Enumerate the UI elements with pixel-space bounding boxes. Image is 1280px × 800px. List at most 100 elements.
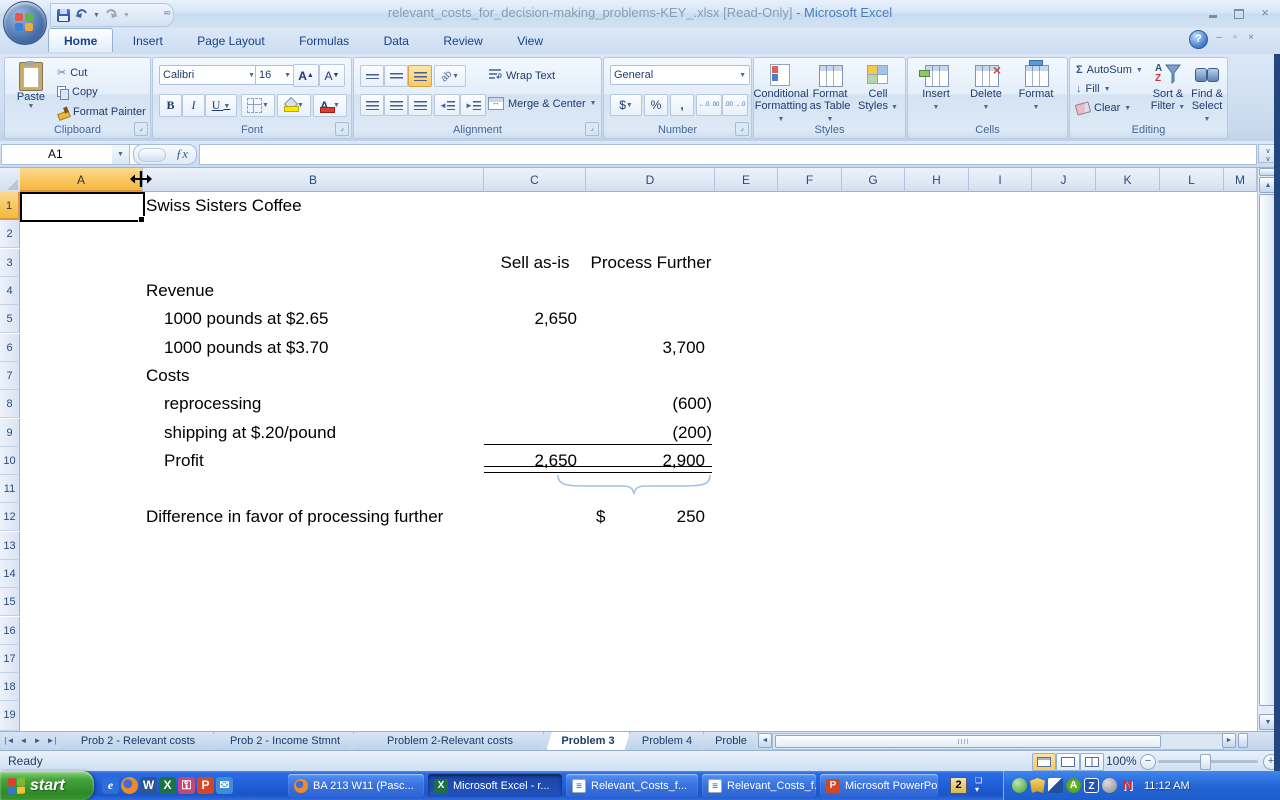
tab-split-handle[interactable] (1238, 733, 1248, 748)
undo-icon[interactable] (74, 6, 89, 24)
tab-formulas[interactable]: Formulas (284, 29, 364, 52)
format-cells-button[interactable]: Format▼ (1014, 62, 1058, 112)
cell-C5[interactable]: 2,650 (477, 305, 577, 333)
redo-icon[interactable] (104, 6, 119, 24)
row-header-13[interactable]: 13 (0, 532, 20, 560)
cell-B8[interactable]: reprocessing (164, 390, 261, 418)
row-header-7[interactable]: 7 (0, 362, 20, 390)
find-select-button[interactable]: Find &Select ▼ (1188, 62, 1226, 124)
zoom-slider-thumb[interactable] (1200, 754, 1211, 770)
taskbar-window-powerpoint[interactable]: P Microsoft PowerPo... (820, 774, 938, 797)
tray-z-icon[interactable]: Z (1084, 778, 1099, 793)
row-header-10[interactable]: 10 (0, 447, 20, 475)
taskbar-window-doc2[interactable]: ≡ Relevant_Costs_f... (702, 774, 816, 797)
hscroll-right-icon[interactable]: ► (1222, 733, 1236, 748)
doc-minimize-button[interactable]: – (1212, 32, 1226, 45)
cell-B12[interactable]: Difference in favor of processing furthe… (146, 503, 443, 531)
autosum-button[interactable]: Σ AutoSum▼ (1076, 64, 1143, 76)
first-sheet-icon[interactable]: |◄ (3, 734, 16, 748)
merge-center-button[interactable]: ↔ Merge & Center▼ (488, 97, 597, 110)
col-header-H[interactable]: H (905, 168, 969, 192)
align-center-button[interactable] (384, 94, 408, 116)
doc-close-button[interactable]: × (1244, 32, 1258, 45)
tab-data[interactable]: Data (369, 29, 424, 52)
tray-gray-icon[interactable] (1102, 778, 1117, 793)
orientation-button[interactable]: ab▼ (434, 65, 466, 87)
col-header-K[interactable]: K (1096, 168, 1160, 192)
horizontal-scroll-thumb[interactable] (775, 735, 1161, 748)
grow-font-button[interactable]: A▲ (293, 64, 319, 87)
formula-input[interactable] (199, 144, 1257, 165)
font-name-combo[interactable]: Calibri▼ (159, 65, 259, 85)
tray-a-icon[interactable]: A (1066, 778, 1081, 793)
underline-button[interactable]: U ▼ (205, 94, 237, 117)
sheet-tab-prob2-relevant-costs[interactable]: Prob 2 - Relevant costs (62, 732, 214, 751)
next-sheet-icon[interactable]: ► (31, 734, 44, 748)
row-header-17[interactable]: 17 (0, 645, 20, 673)
bottom-align-button[interactable] (408, 65, 432, 87)
number-dialog-launcher[interactable]: ⌟ (735, 122, 749, 136)
increase-decimal-button[interactable]: ←.0 .00 (696, 94, 722, 116)
row-header-11[interactable]: 11 (0, 475, 20, 503)
cell-D6[interactable]: 3,700 (586, 334, 705, 362)
col-header-F[interactable]: F (778, 168, 842, 192)
tab-insert[interactable]: Insert (118, 29, 178, 52)
cell-B4[interactable]: Revenue (146, 277, 214, 305)
taskbar-window-excel[interactable]: X Microsoft Excel - r... (428, 774, 562, 797)
tab-view[interactable]: View (502, 29, 558, 52)
tray-n-icon[interactable]: N (1120, 778, 1135, 793)
row-header-16[interactable]: 16 (0, 617, 20, 645)
sheet-tab-prob2-income-stmnt[interactable]: Prob 2 - Income Stmnt (216, 732, 354, 751)
percent-style-button[interactable]: % (644, 94, 668, 116)
accounting-format-button[interactable]: $▼ (610, 94, 642, 116)
format-as-table-button[interactable]: Formatas Table ▼ (807, 62, 853, 124)
row-header-14[interactable]: 14 (0, 560, 20, 588)
tab-page-layout[interactable]: Page Layout (182, 29, 279, 52)
name-box-dropdown[interactable]: ▼ (112, 144, 130, 165)
prev-sheet-icon[interactable]: ◄ (17, 734, 30, 748)
insert-cells-button[interactable]: Insert▼ (914, 62, 958, 112)
col-header-M[interactable]: M (1224, 168, 1257, 192)
horizontal-scrollbar[interactable] (772, 733, 1224, 750)
sheet-tab-problem2-relevant-costs[interactable]: Problem 2-Relevant costs (356, 732, 544, 751)
cell-B1[interactable]: Swiss Sisters Coffee (146, 192, 302, 220)
col-header-L[interactable]: L (1160, 168, 1224, 192)
col-header-E[interactable]: E (715, 168, 778, 192)
shrink-font-button[interactable]: A▼ (319, 64, 345, 87)
redo-dropdown[interactable]: ▼ (123, 12, 130, 19)
row-header-5[interactable]: 5 (0, 305, 20, 333)
comma-style-button[interactable]: , (670, 94, 694, 116)
hscroll-left-icon[interactable]: ◄ (758, 733, 772, 748)
font-size-combo[interactable]: 16▼ (255, 65, 295, 85)
cell-D3[interactable]: Process Further (580, 249, 722, 277)
cell-D8[interactable]: (600) (586, 390, 712, 418)
fill-button[interactable]: ↓ Fill▼ (1076, 83, 1111, 95)
format-painter-button[interactable]: Format Painter (57, 106, 146, 118)
hidden-icons-chevron-icon[interactable]: ❏▾ (975, 776, 982, 794)
quicklaunch-firefox-icon[interactable] (121, 777, 138, 794)
sort-filter-button[interactable]: A Z Sort &Filter ▼ (1148, 62, 1188, 112)
delete-cells-button[interactable]: × Delete▼ (964, 62, 1008, 112)
taskbar-window-doc1[interactable]: ≡ Relevant_Costs_f... (566, 774, 698, 797)
tray-green-globe-icon[interactable] (1012, 778, 1027, 793)
tab-home[interactable]: Home (48, 28, 113, 52)
undo-dropdown[interactable]: ▼ (93, 12, 100, 19)
font-dialog-launcher[interactable]: ⌟ (335, 122, 349, 136)
number-format-combo[interactable]: General▼ (610, 65, 750, 85)
row-header-3[interactable]: 3 (0, 249, 20, 277)
quicklaunch-word-icon[interactable]: W (140, 777, 157, 794)
cut-button[interactable]: ✂ Cut (57, 66, 87, 79)
copy-button[interactable]: Copy (57, 86, 98, 98)
insert-function-button[interactable]: ƒx (133, 144, 197, 165)
col-header-J[interactable]: J (1032, 168, 1096, 192)
row-header-18[interactable]: 18 (0, 673, 20, 701)
help-icon[interactable]: ? (1189, 30, 1208, 49)
start-button[interactable]: start (0, 771, 94, 800)
row-header-15[interactable]: 15 (0, 588, 20, 616)
align-right-button[interactable] (408, 94, 432, 116)
cell-B9[interactable]: shipping at $.20/pound (164, 419, 336, 447)
last-sheet-icon[interactable]: ►| (45, 734, 58, 748)
decrease-decimal-button[interactable]: .00 →.0 (722, 94, 748, 116)
quicklaunch-powerpoint-icon[interactable]: P (197, 777, 214, 794)
col-header-C[interactable]: C (484, 168, 586, 192)
